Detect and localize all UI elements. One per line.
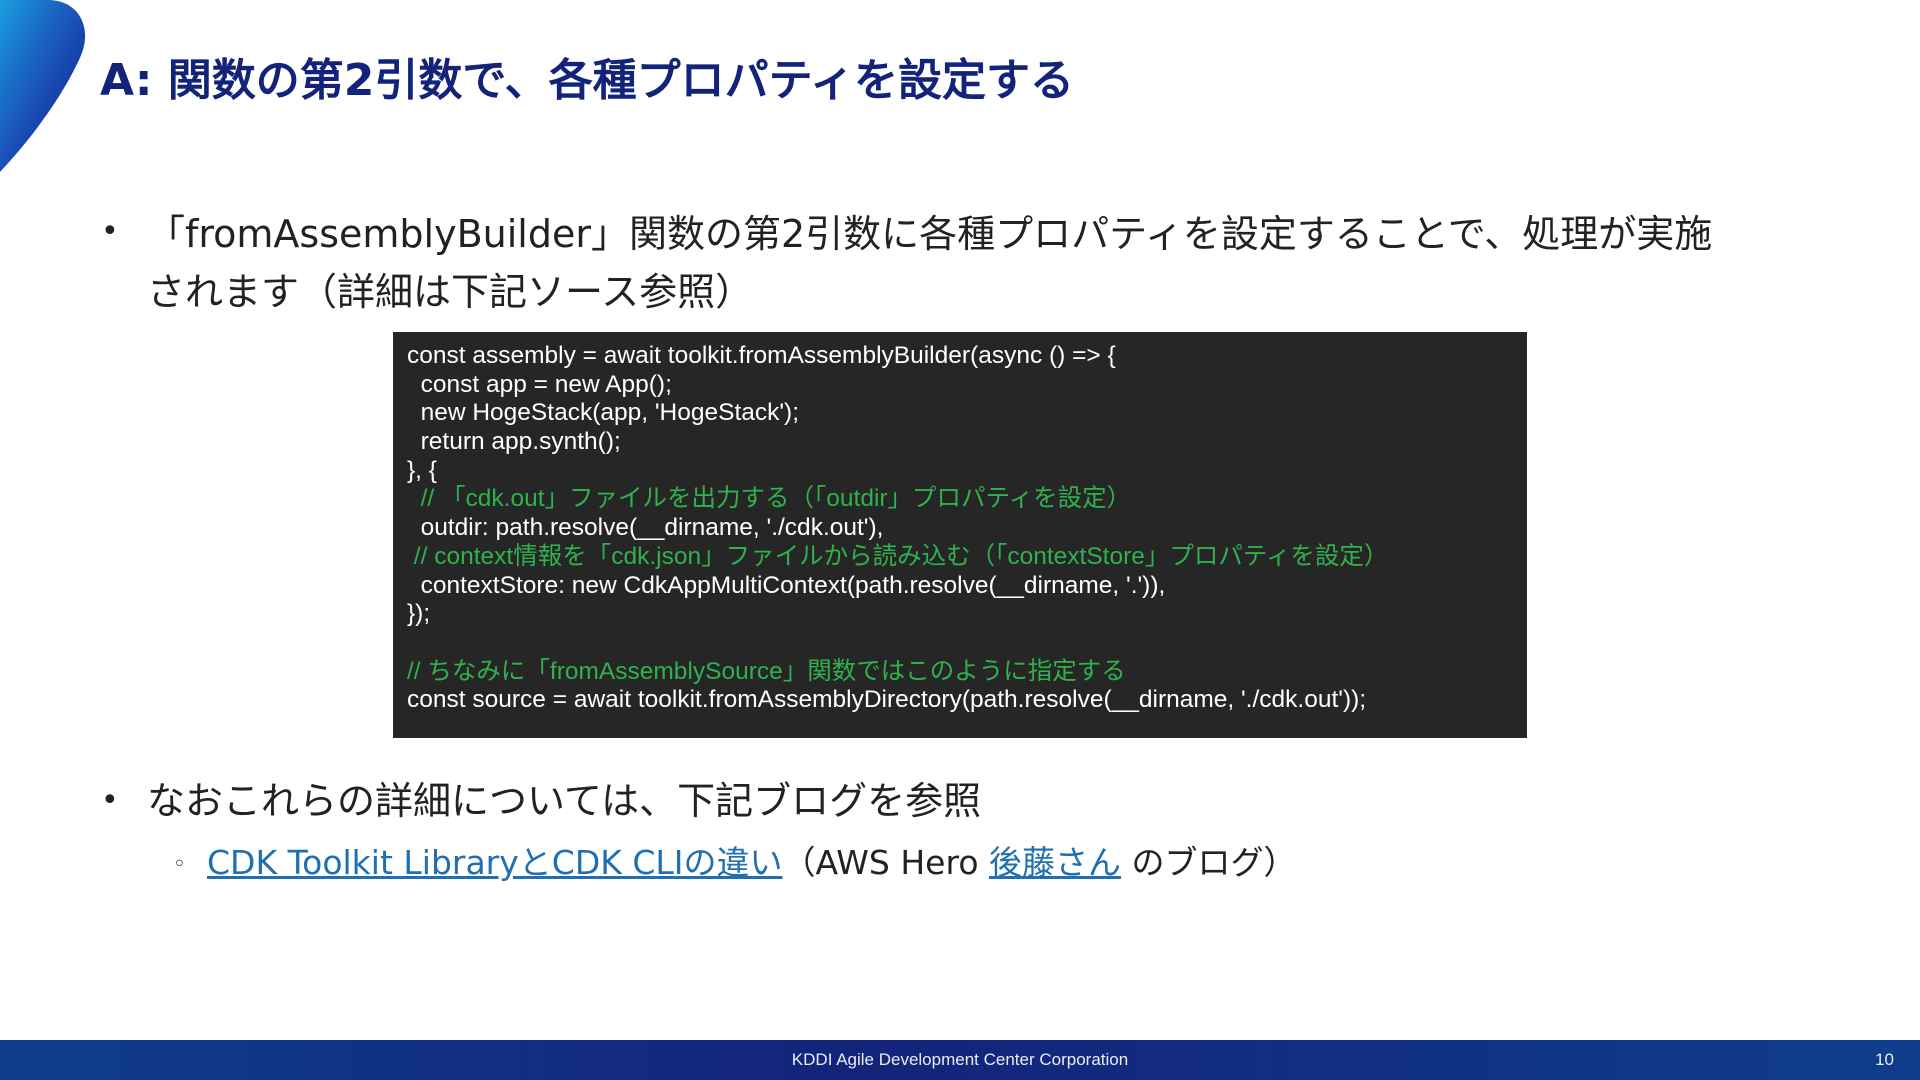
code-comment-line: // context情報を「cdk.json」ファイルから読み込む（「conte… (407, 542, 1389, 570)
code-line: const source = await toolkit.fromAssembl… (407, 686, 1367, 714)
corner-decoration (0, 0, 86, 172)
sub-bullet: ◦ CDK Toolkit LibraryとCDK CLIの違い（AWS Hero… (147, 838, 1297, 890)
bullet-line: されます（詳細は下記ソース参照） (147, 270, 754, 314)
bullet-line: 「fromAssemblyBuilder」関数の第2引数に各種プロパティを設定す… (147, 212, 1713, 256)
author-link[interactable]: 後藤さん (989, 843, 1121, 882)
code-line: const app = new App(); (407, 370, 672, 398)
sub-bullet-middle: （AWS Hero (782, 843, 990, 882)
slide-title: A: 関数の第2引数で、各種プロパティを設定する (100, 55, 1074, 106)
bullet-marker: • (101, 214, 119, 249)
footer-bar: KDDI Agile Development Center Corporatio… (0, 1040, 1920, 1080)
code-comment-line: // ちなみに「fromAssemblySource」関数ではこのように指定する (407, 657, 1126, 685)
bullet-marker: • (101, 783, 119, 818)
footer-company: KDDI Agile Development Center Corporatio… (791, 1050, 1129, 1069)
code-line: outdir: path.resolve(__dirname, './cdk.o… (407, 514, 884, 542)
code-line: contextStore: new CdkAppMultiContext(pat… (407, 571, 1166, 599)
sub-bullet-suffix: のブログ） (1121, 843, 1297, 882)
blog-link[interactable]: CDK Toolkit LibraryとCDK CLIの違い (207, 843, 783, 882)
sub-bullet-marker: ◦ (173, 851, 186, 877)
code-comment-line: // 「cdk.out」ファイルを出力する（「outdir」プロパティを設定） (407, 485, 1132, 513)
bullet-text-second: なおこれらの詳細については、下記ブログを参照 (147, 779, 982, 823)
code-block: const assembly = await toolkit.fromAssem… (393, 332, 1527, 738)
code-line: new HogeStack(app, 'HogeStack'); (407, 399, 800, 427)
code-line: return app.synth(); (407, 428, 621, 456)
bullet-text-first: 「fromAssemblyBuilder」関数の第2引数に各種プロパティを設定す… (147, 205, 1807, 321)
code-line: const assembly = await toolkit.fromAssem… (407, 342, 1116, 369)
page-number: 10 (1875, 1050, 1894, 1069)
code-line: }); (407, 600, 431, 628)
code-line: }, { (407, 456, 437, 484)
